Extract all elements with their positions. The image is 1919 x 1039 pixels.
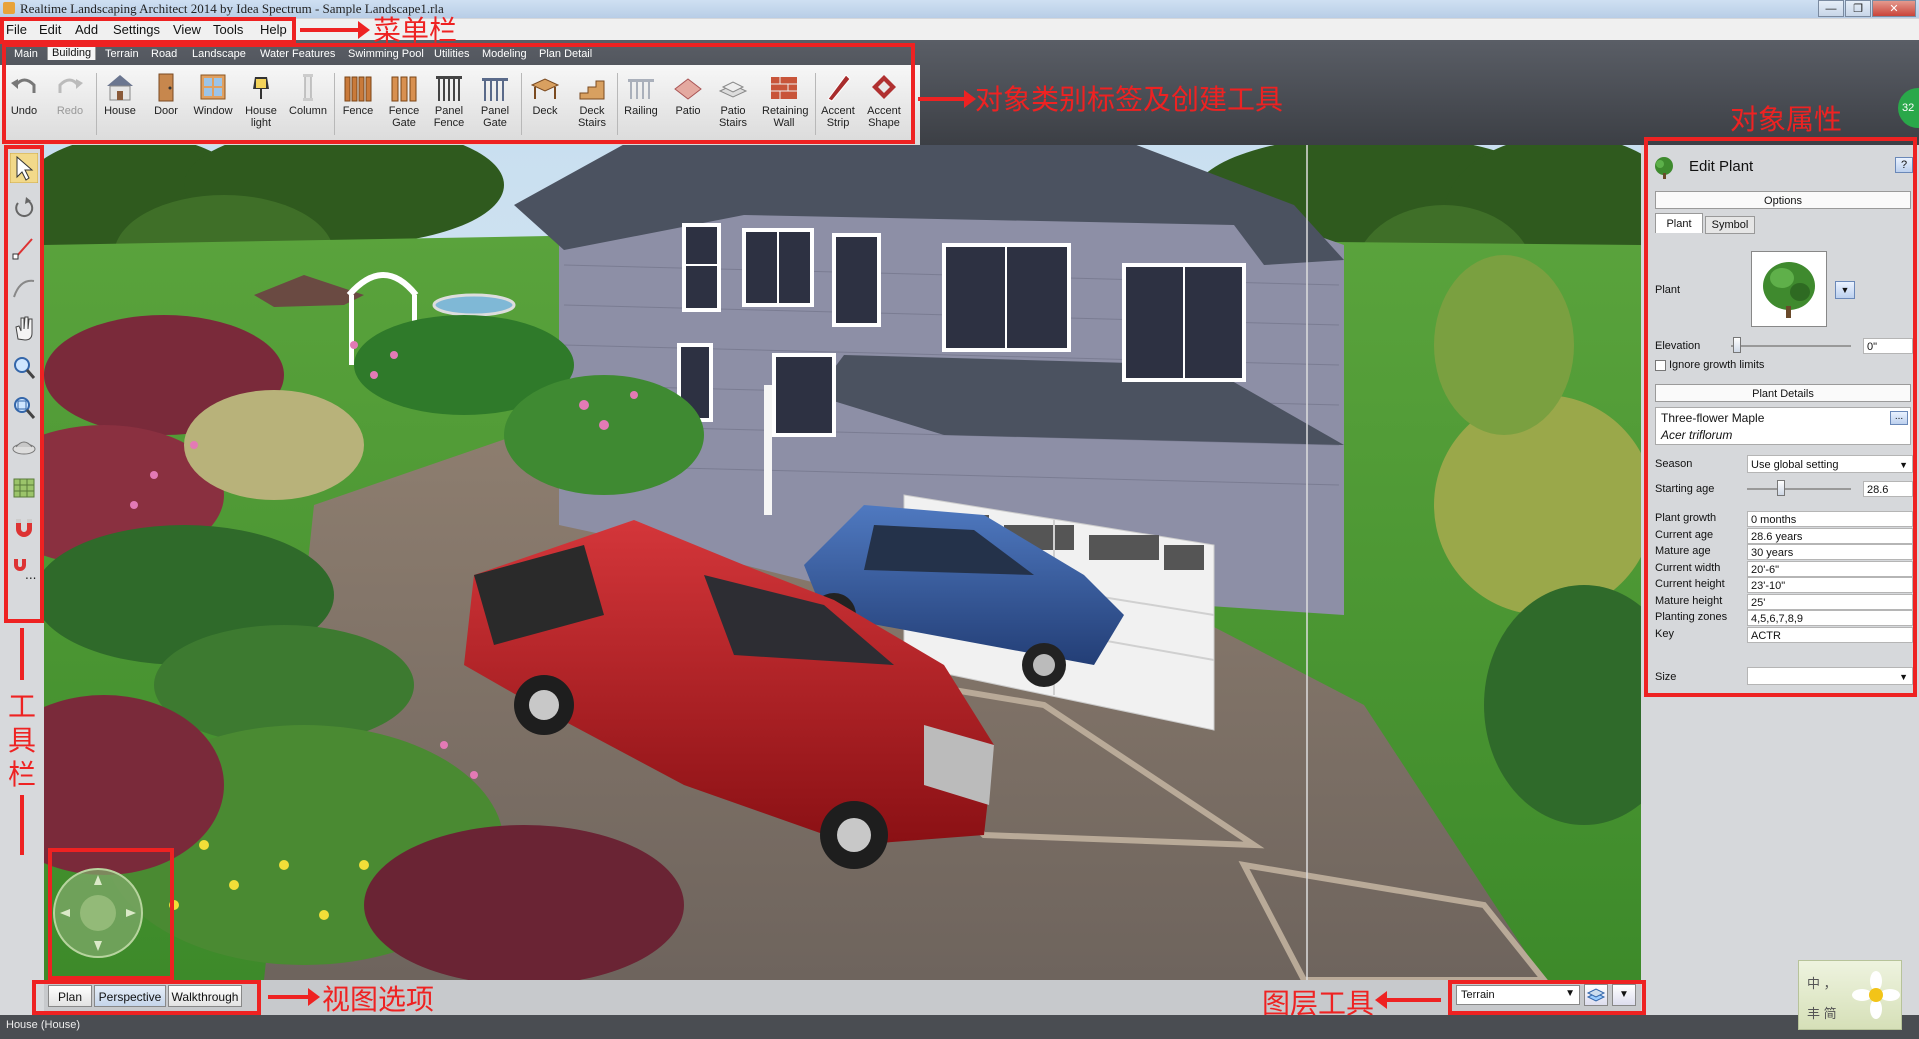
minimize-button[interactable]: — (1818, 0, 1844, 17)
properties-annotation: 对象属性 (1730, 103, 1843, 136)
ribbon-highlight-box (2, 43, 915, 144)
status-text: House (House) (6, 1019, 80, 1031)
ime-line-1: 中 ， (1807, 976, 1837, 991)
view-highlight-box (32, 980, 261, 1015)
scene-render (44, 145, 1641, 980)
view-annotation: 视图选项 (322, 983, 435, 1016)
layer-arrow (1375, 991, 1441, 1009)
toolbar-arrow-up (20, 628, 24, 680)
menu-arrow (300, 21, 370, 39)
app-icon (3, 2, 15, 14)
perspective-viewport[interactable] (44, 145, 1641, 980)
toolbar-annotation: 工具栏 (8, 690, 37, 791)
toolbar-arrow-down (20, 795, 24, 855)
view-arrow (268, 988, 320, 1006)
status-bar: House (House) (0, 1015, 1919, 1039)
ribbon-annotation: 对象类别标签及创建工具 (975, 83, 1284, 116)
ime-widget[interactable]: 中 ， 丰 简 (1798, 960, 1902, 1030)
menu-highlight-box (0, 17, 296, 44)
title-bar: Realtime Landscaping Architect 2014 by I… (0, 0, 1919, 18)
ime-line-2: 丰 简 (1807, 1006, 1837, 1021)
close-button[interactable]: ✕ (1872, 0, 1916, 17)
compass-highlight-box (48, 848, 174, 980)
maximize-button[interactable]: ❐ (1845, 0, 1871, 17)
daisy-icon (1852, 971, 1900, 1019)
ribbon-arrow (918, 90, 976, 108)
toolbar-highlight-box (4, 145, 44, 623)
properties-highlight-box (1644, 137, 1917, 697)
layer-highlight-box (1448, 980, 1646, 1015)
